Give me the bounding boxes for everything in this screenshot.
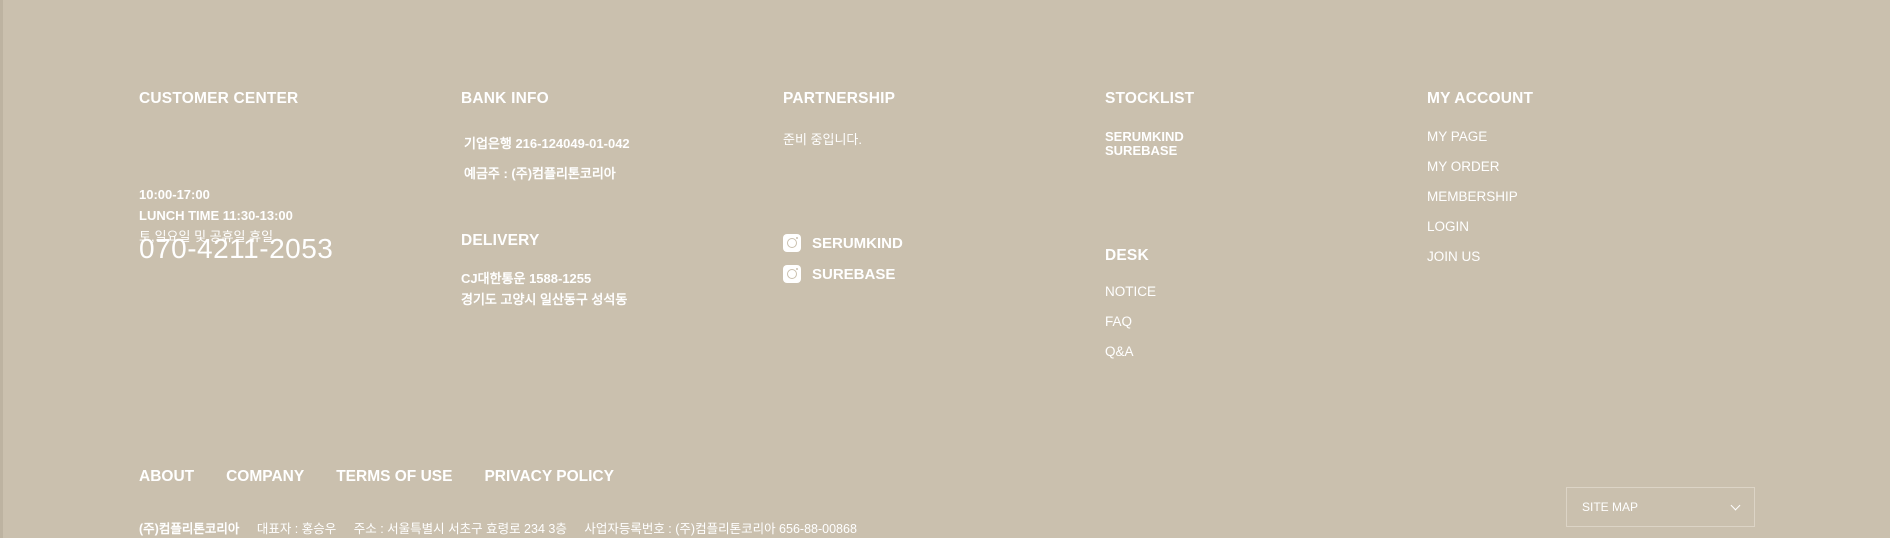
partnership-section: PARTNERSHIP 준비 중입니다. SERUMKIND SUREBASE: [783, 90, 903, 283]
stocklist-item-serumkind[interactable]: SERUMKIND: [1105, 130, 1184, 144]
stocklist-section: STOCKLIST SERUMKIND SUREBASE DESK NOTICE…: [1105, 90, 1195, 359]
bank-account: 기업은행 216-124049-01-042: [464, 136, 630, 151]
desk-link-notice[interactable]: NOTICE: [1105, 277, 1156, 307]
account-link-my-page[interactable]: MY PAGE: [1427, 122, 1518, 152]
site-map-label: SITE MAP: [1582, 500, 1639, 514]
closed-days: 토,일요일 및 공휴일 휴일: [139, 229, 274, 244]
chevron-down-icon: [1730, 500, 1741, 510]
account-link-membership[interactable]: MEMBERSHIP: [1427, 182, 1518, 212]
company-info: (주)컴플리톤코리아 대표자 : 홍승우 주소 : 서울특별시 서초구 효령로 …: [139, 518, 871, 537]
instagram-icon: [783, 234, 801, 252]
company-address: 주소 : 서울특별시 서초구 효령로 234 3층: [353, 522, 567, 536]
account-link-join-us[interactable]: JOIN US: [1427, 242, 1518, 272]
lunch-time: LUNCH TIME 11:30-13:00: [139, 208, 293, 223]
business-hours: 10:00-17:00: [139, 187, 210, 202]
customer-center-title: CUSTOMER CENTER: [139, 90, 299, 107]
account-holder: 예금주 : (주)컴플리톤코리아: [464, 166, 616, 181]
left-edge-shadow: [0, 0, 3, 538]
sns-label: SERUMKIND: [812, 234, 903, 252]
delivery-address: 경기도 고양시 일산동구 성석동: [461, 292, 628, 307]
delivery-title: DELIVERY: [461, 232, 540, 249]
account-link-login[interactable]: LOGIN: [1427, 212, 1518, 242]
partnership-title: PARTNERSHIP: [783, 90, 896, 107]
my-account-title: MY ACCOUNT: [1427, 90, 1534, 107]
company-business-number: 사업자등록번호 : (주)컴플리톤코리아 656-88-00868: [584, 522, 857, 536]
bank-info-title: BANK INFO: [461, 90, 549, 107]
desk-title: DESK: [1105, 247, 1149, 264]
stocklist-title: STOCKLIST: [1105, 90, 1195, 107]
company-name: (주)컴플리톤코리아: [139, 522, 240, 536]
footer-link-company[interactable]: COMPANY: [226, 468, 304, 486]
footer-link-privacy[interactable]: PRIVACY POLICY: [484, 468, 613, 486]
my-account-section: MY ACCOUNT MY PAGE MY ORDER MEMBERSHIP L…: [1427, 90, 1534, 264]
bank-info-section: BANK INFO 기업은행 216-124049-01-042 예금주 : (…: [461, 90, 630, 307]
partnership-note: 준비 중입니다.: [783, 132, 862, 147]
stocklist-item-surebase[interactable]: SUREBASE: [1105, 144, 1184, 158]
footer-link-about[interactable]: ABOUT: [139, 468, 194, 486]
footer-link-terms[interactable]: TERMS OF USE: [336, 468, 452, 486]
desk-link-qna[interactable]: Q&A: [1105, 337, 1156, 367]
instagram-icon: [783, 265, 801, 283]
desk-link-faq[interactable]: FAQ: [1105, 307, 1156, 337]
sns-link-serumkind[interactable]: SERUMKIND: [783, 234, 903, 252]
company-ceo: 대표자 : 홍승우: [256, 522, 337, 536]
sns-label: SUREBASE: [812, 265, 896, 283]
account-link-my-order[interactable]: MY ORDER: [1427, 152, 1518, 182]
footer-bottom-nav: ABOUT COMPANY TERMS OF USE PRIVACY POLIC…: [139, 468, 614, 486]
sns-link-surebase[interactable]: SUREBASE: [783, 265, 895, 283]
delivery-company: CJ대한통운 1588-1255: [461, 271, 592, 286]
site-map-select[interactable]: SITE MAP: [1566, 487, 1755, 527]
customer-center-section: CUSTOMER CENTER 070-4211-2053 10:00-17:0…: [139, 90, 333, 264]
